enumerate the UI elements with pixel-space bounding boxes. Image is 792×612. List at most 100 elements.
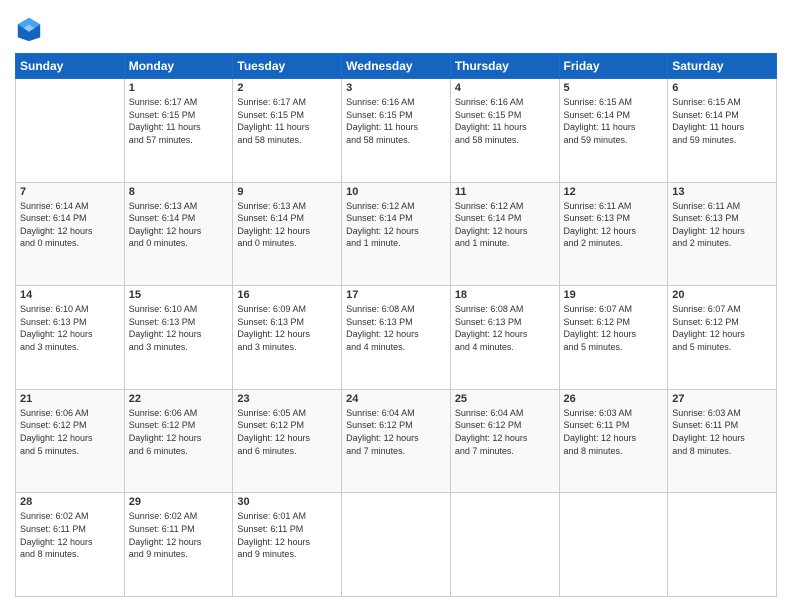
day-info: Sunrise: 6:13 AMSunset: 6:14 PMDaylight:… <box>237 200 337 250</box>
day-number: 21 <box>20 393 120 405</box>
calendar-cell <box>16 79 125 183</box>
day-info: Sunrise: 6:06 AMSunset: 6:12 PMDaylight:… <box>129 407 229 457</box>
week-row-4: 28 Sunrise: 6:02 AMSunset: 6:11 PMDayligh… <box>16 493 777 597</box>
calendar-cell: 10 Sunrise: 6:12 AMSunset: 6:14 PMDayligh… <box>342 182 451 286</box>
calendar-cell: 19 Sunrise: 6:07 AMSunset: 6:12 PMDayligh… <box>559 286 668 390</box>
calendar-cell: 8 Sunrise: 6:13 AMSunset: 6:14 PMDaylight… <box>124 182 233 286</box>
day-number: 24 <box>346 393 446 405</box>
calendar-cell <box>668 493 777 597</box>
day-number: 16 <box>237 289 337 301</box>
day-info: Sunrise: 6:16 AMSunset: 6:15 PMDaylight:… <box>346 96 446 146</box>
day-number: 22 <box>129 393 229 405</box>
day-info: Sunrise: 6:07 AMSunset: 6:12 PMDaylight:… <box>564 303 664 353</box>
day-number: 11 <box>455 186 555 198</box>
day-number: 27 <box>672 393 772 405</box>
day-number: 19 <box>564 289 664 301</box>
day-number: 1 <box>129 82 229 94</box>
day-info: Sunrise: 6:11 AMSunset: 6:13 PMDaylight:… <box>564 200 664 250</box>
day-number: 13 <box>672 186 772 198</box>
calendar-cell: 9 Sunrise: 6:13 AMSunset: 6:14 PMDaylight… <box>233 182 342 286</box>
calendar-cell: 28 Sunrise: 6:02 AMSunset: 6:11 PMDayligh… <box>16 493 125 597</box>
day-info: Sunrise: 6:17 AMSunset: 6:15 PMDaylight:… <box>237 96 337 146</box>
calendar-cell <box>342 493 451 597</box>
weekday-header-sunday: Sunday <box>16 54 125 79</box>
weekday-header-monday: Monday <box>124 54 233 79</box>
day-info: Sunrise: 6:09 AMSunset: 6:13 PMDaylight:… <box>237 303 337 353</box>
day-number: 17 <box>346 289 446 301</box>
day-info: Sunrise: 6:17 AMSunset: 6:15 PMDaylight:… <box>129 96 229 146</box>
calendar-cell: 4Sunrise: 6:16 AMSunset: 6:15 PMDaylight… <box>450 79 559 183</box>
calendar-cell: 21 Sunrise: 6:06 AMSunset: 6:12 PMDayligh… <box>16 389 125 493</box>
day-number: 15 <box>129 289 229 301</box>
calendar-cell: 27 Sunrise: 6:03 AMSunset: 6:11 PMDayligh… <box>668 389 777 493</box>
calendar-cell: 14 Sunrise: 6:10 AMSunset: 6:13 PMDayligh… <box>16 286 125 390</box>
day-info: Sunrise: 6:02 AMSunset: 6:11 PMDaylight:… <box>129 510 229 560</box>
day-number: 5 <box>564 82 664 94</box>
day-info: Sunrise: 6:01 AMSunset: 6:11 PMDaylight:… <box>237 510 337 560</box>
calendar-cell: 13 Sunrise: 6:11 AMSunset: 6:13 PMDayligh… <box>668 182 777 286</box>
day-info: Sunrise: 6:14 AMSunset: 6:14 PMDaylight:… <box>20 200 120 250</box>
day-number: 12 <box>564 186 664 198</box>
day-info: Sunrise: 6:03 AMSunset: 6:11 PMDaylight:… <box>672 407 772 457</box>
calendar-cell: 30 Sunrise: 6:01 AMSunset: 6:11 PMDayligh… <box>233 493 342 597</box>
day-info: Sunrise: 6:08 AMSunset: 6:13 PMDaylight:… <box>346 303 446 353</box>
calendar-cell: 5 Sunrise: 6:15 AMSunset: 6:14 PMDaylight… <box>559 79 668 183</box>
calendar-cell: 7Sunrise: 6:14 AMSunset: 6:14 PMDaylight… <box>16 182 125 286</box>
calendar-cell: 24 Sunrise: 6:04 AMSunset: 6:12 PMDayligh… <box>342 389 451 493</box>
calendar-cell: 26Sunrise: 6:03 AMSunset: 6:11 PMDayligh… <box>559 389 668 493</box>
calendar-cell: 18Sunrise: 6:08 AMSunset: 6:13 PMDayligh… <box>450 286 559 390</box>
calendar-cell: 20 Sunrise: 6:07 AMSunset: 6:12 PMDayligh… <box>668 286 777 390</box>
calendar-cell: 2 Sunrise: 6:17 AMSunset: 6:15 PMDaylight… <box>233 79 342 183</box>
day-number: 2 <box>237 82 337 94</box>
day-info: Sunrise: 6:10 AMSunset: 6:13 PMDaylight:… <box>20 303 120 353</box>
day-info: Sunrise: 6:04 AMSunset: 6:12 PMDaylight:… <box>346 407 446 457</box>
day-number: 23 <box>237 393 337 405</box>
day-info: Sunrise: 6:03 AMSunset: 6:11 PMDaylight:… <box>564 407 664 457</box>
calendar-cell: 25 Sunrise: 6:04 AMSunset: 6:12 PMDayligh… <box>450 389 559 493</box>
calendar-cell: 22 Sunrise: 6:06 AMSunset: 6:12 PMDayligh… <box>124 389 233 493</box>
day-number: 10 <box>346 186 446 198</box>
weekday-header-saturday: Saturday <box>668 54 777 79</box>
calendar-cell: 15 Sunrise: 6:10 AMSunset: 6:13 PMDayligh… <box>124 286 233 390</box>
weekday-header-friday: Friday <box>559 54 668 79</box>
day-number: 25 <box>455 393 555 405</box>
calendar-cell <box>450 493 559 597</box>
day-info: Sunrise: 6:13 AMSunset: 6:14 PMDaylight:… <box>129 200 229 250</box>
day-info: Sunrise: 6:15 AMSunset: 6:14 PMDaylight:… <box>564 96 664 146</box>
day-info: Sunrise: 6:07 AMSunset: 6:12 PMDaylight:… <box>672 303 772 353</box>
day-info: Sunrise: 6:04 AMSunset: 6:12 PMDaylight:… <box>455 407 555 457</box>
day-info: Sunrise: 6:02 AMSunset: 6:11 PMDaylight:… <box>20 510 120 560</box>
day-number: 20 <box>672 289 772 301</box>
calendar-cell: 12 Sunrise: 6:11 AMSunset: 6:13 PMDayligh… <box>559 182 668 286</box>
day-info: Sunrise: 6:15 AMSunset: 6:14 PMDaylight:… <box>672 96 772 146</box>
calendar-cell: 16 Sunrise: 6:09 AMSunset: 6:13 PMDayligh… <box>233 286 342 390</box>
logo <box>15 15 47 43</box>
weekday-header-thursday: Thursday <box>450 54 559 79</box>
calendar-cell: 23 Sunrise: 6:05 AMSunset: 6:12 PMDayligh… <box>233 389 342 493</box>
day-info: Sunrise: 6:12 AMSunset: 6:14 PMDaylight:… <box>455 200 555 250</box>
weekday-header-row: SundayMondayTuesdayWednesdayThursdayFrid… <box>16 54 777 79</box>
day-number: 30 <box>237 496 337 508</box>
calendar-cell: 11 Sunrise: 6:12 AMSunset: 6:14 PMDayligh… <box>450 182 559 286</box>
day-info: Sunrise: 6:12 AMSunset: 6:14 PMDaylight:… <box>346 200 446 250</box>
weekday-header-wednesday: Wednesday <box>342 54 451 79</box>
calendar-cell: 17 Sunrise: 6:08 AMSunset: 6:13 PMDayligh… <box>342 286 451 390</box>
week-row-0: 1 Sunrise: 6:17 AMSunset: 6:15 PMDaylight… <box>16 79 777 183</box>
day-number: 14 <box>20 289 120 301</box>
calendar-cell: 6Sunrise: 6:15 AMSunset: 6:14 PMDaylight… <box>668 79 777 183</box>
day-number: 28 <box>20 496 120 508</box>
calendar-cell <box>559 493 668 597</box>
day-number: 3 <box>346 82 446 94</box>
calendar-table: SundayMondayTuesdayWednesdayThursdayFrid… <box>15 53 777 597</box>
day-number: 18 <box>455 289 555 301</box>
week-row-2: 14 Sunrise: 6:10 AMSunset: 6:13 PMDayligh… <box>16 286 777 390</box>
day-info: Sunrise: 6:10 AMSunset: 6:13 PMDaylight:… <box>129 303 229 353</box>
logo-icon <box>15 15 43 43</box>
week-row-3: 21 Sunrise: 6:06 AMSunset: 6:12 PMDayligh… <box>16 389 777 493</box>
day-number: 8 <box>129 186 229 198</box>
day-info: Sunrise: 6:05 AMSunset: 6:12 PMDaylight:… <box>237 407 337 457</box>
day-number: 9 <box>237 186 337 198</box>
day-info: Sunrise: 6:11 AMSunset: 6:13 PMDaylight:… <box>672 200 772 250</box>
day-info: Sunrise: 6:06 AMSunset: 6:12 PMDaylight:… <box>20 407 120 457</box>
weekday-header-tuesday: Tuesday <box>233 54 342 79</box>
